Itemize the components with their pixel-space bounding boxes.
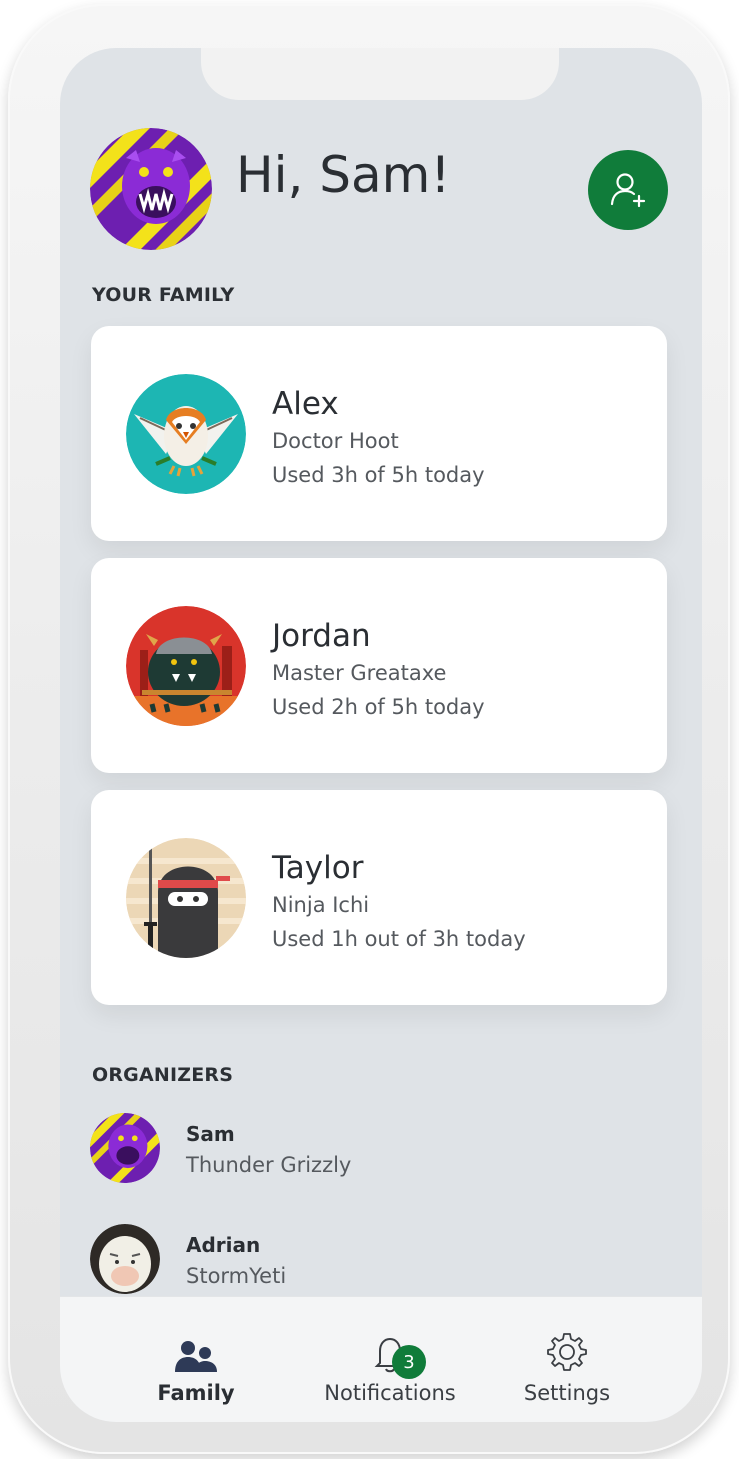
bottom-tab-bar: Family 3 Notifications Settings [60, 1296, 702, 1422]
monster-avatar [126, 606, 246, 726]
ninja-avatar [126, 838, 246, 958]
organizer-name: Sam [186, 1122, 235, 1146]
user-avatar[interactable] [90, 128, 212, 250]
member-usage: Used 1h out of 3h today [272, 927, 526, 951]
owl-avatar [126, 374, 246, 494]
organizer-name: Adrian [186, 1233, 261, 1257]
organizers-section-title: ORGANIZERS [92, 1064, 234, 1086]
phone-frame: Hi, Sam! YOUR FAMILY Alex Doctor Hoot Us… [8, 4, 730, 1454]
family-icon [175, 1341, 217, 1372]
member-name: Jordan [272, 618, 371, 654]
add-member-button[interactable] [588, 150, 668, 230]
member-gamertag: Master Greataxe [272, 661, 447, 685]
tab-notifications-label: Notifications [324, 1381, 456, 1405]
add-person-icon [610, 173, 646, 208]
member-usage: Used 2h of 5h today [272, 695, 485, 719]
tab-family[interactable]: Family [146, 1297, 246, 1422]
greeting-title: Hi, Sam! [236, 146, 451, 204]
device-notch [201, 48, 559, 100]
organizer-item[interactable]: Adrian StormYeti [90, 1224, 650, 1296]
family-member-card[interactable]: Taylor Ninja Ichi Used 1h out of 3h toda… [91, 790, 667, 1005]
organizer-gamertag: Thunder Grizzly [186, 1153, 352, 1177]
member-name: Taylor [272, 850, 364, 886]
organizer-gamertag: StormYeti [186, 1264, 287, 1288]
tab-settings-label: Settings [523, 1381, 611, 1405]
family-member-card[interactable]: Jordan Master Greataxe Used 2h of 5h tod… [91, 558, 667, 773]
notification-badge: 3 [392, 1345, 426, 1379]
grizzly-avatar [90, 1113, 160, 1183]
gear-icon [547, 1333, 587, 1371]
tab-notifications[interactable]: 3 Notifications [310, 1297, 470, 1422]
member-name: Alex [272, 386, 339, 422]
family-member-card[interactable]: Alex Doctor Hoot Used 3h of 5h today [91, 326, 667, 541]
yeti-avatar [90, 1224, 160, 1294]
member-usage: Used 3h of 5h today [272, 463, 485, 487]
tab-family-label: Family [157, 1381, 235, 1405]
member-gamertag: Ninja Ichi [272, 893, 370, 917]
tab-settings[interactable]: Settings [514, 1297, 620, 1422]
organizer-item[interactable]: Sam Thunder Grizzly [90, 1113, 650, 1185]
member-gamertag: Doctor Hoot [272, 429, 399, 453]
app-screen: Hi, Sam! YOUR FAMILY Alex Doctor Hoot Us… [60, 48, 702, 1422]
family-section-title: YOUR FAMILY [92, 284, 235, 306]
